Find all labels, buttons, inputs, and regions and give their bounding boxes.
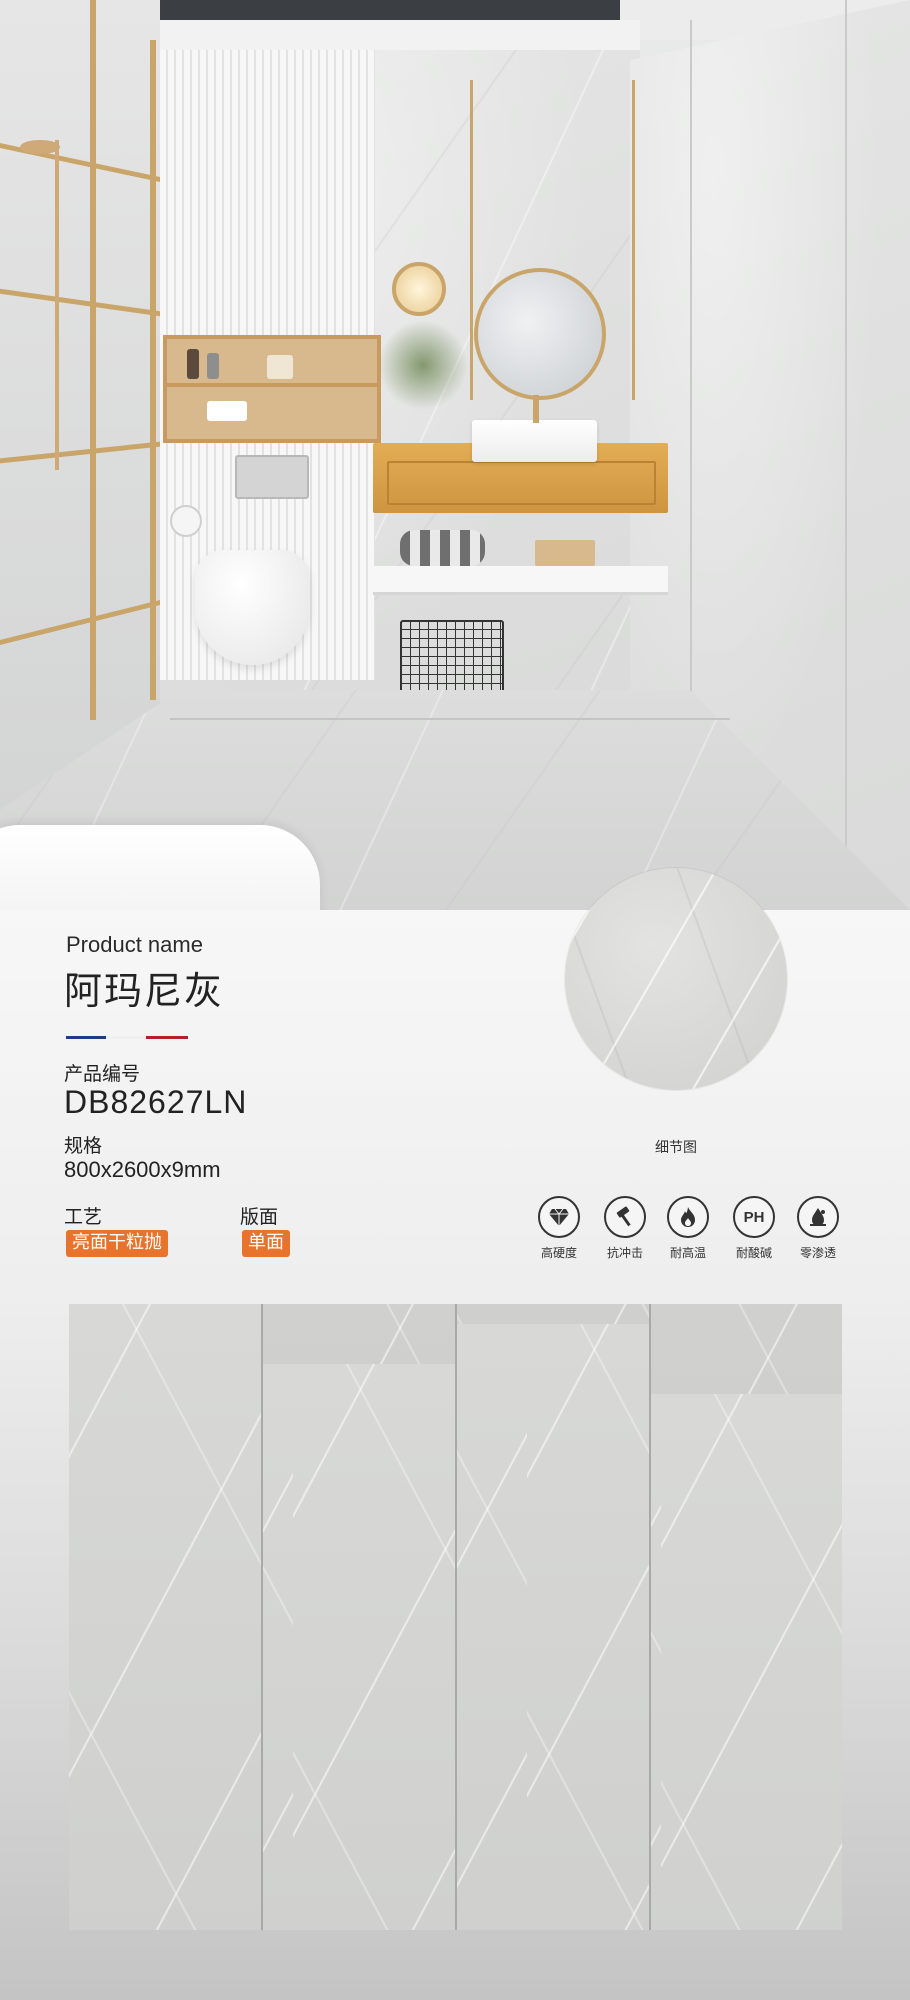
face-label: 版面 xyxy=(240,1206,279,1228)
round-mirror xyxy=(474,268,606,400)
bathtub xyxy=(0,825,320,910)
flush-plate xyxy=(235,455,309,499)
glass-partition xyxy=(0,0,160,820)
feature-label: 高硬度 xyxy=(540,1246,577,1260)
feature-label: 耐高温 xyxy=(669,1246,706,1260)
skylight xyxy=(150,0,620,20)
vessel-basin xyxy=(472,420,597,462)
ceiling-molding xyxy=(130,20,640,52)
slab-joint xyxy=(261,1304,263,1930)
hammer-icon xyxy=(604,1196,646,1238)
plant-icon xyxy=(378,320,468,410)
floating-shelf xyxy=(373,566,668,595)
product-name-label: Product name xyxy=(66,932,203,957)
feature-impact: 抗冲击 xyxy=(595,1196,655,1261)
water-drop-icon xyxy=(797,1196,839,1238)
slab-panel xyxy=(263,1304,455,1930)
slab-joint xyxy=(455,1304,457,1930)
feature-label: 零渗透 xyxy=(799,1246,836,1260)
diamond-icon xyxy=(538,1196,580,1238)
slab-panel xyxy=(457,1304,649,1930)
feature-label: 抗冲击 xyxy=(606,1246,643,1260)
mirror-rod xyxy=(470,80,473,400)
feature-hardness: 高硬度 xyxy=(529,1196,589,1261)
floor-seam xyxy=(170,718,730,720)
right-wall-seam xyxy=(845,0,847,900)
product-code: DB82627LN xyxy=(64,1084,248,1120)
face-value: 单面 xyxy=(242,1230,290,1257)
right-wall-seam xyxy=(690,20,692,800)
product-code-label: 产品编号 xyxy=(64,1063,141,1085)
slab-panel xyxy=(69,1304,261,1930)
shower-head-icon xyxy=(20,140,60,154)
spec-label: 规格 xyxy=(64,1135,103,1157)
detail-caption: 细节图 xyxy=(655,1140,697,1156)
slab-panel xyxy=(651,1304,842,1930)
ph-icon: PH xyxy=(733,1196,775,1238)
toilet-paper-holder xyxy=(170,505,202,537)
slab-preview xyxy=(69,1304,842,1930)
craft-label: 工艺 xyxy=(64,1206,103,1228)
wire-basket xyxy=(400,620,504,694)
craft-tag: 亮面干粒抛 xyxy=(66,1230,168,1257)
feature-label: 耐酸碱 xyxy=(735,1246,772,1260)
product-name: 阿玛尼灰 xyxy=(64,969,225,1013)
feature-waterproof: 零渗透 xyxy=(788,1196,848,1261)
spec-value: 800x2600x9mm xyxy=(64,1157,221,1182)
faucet-icon xyxy=(533,395,539,423)
flag-divider xyxy=(66,1036,188,1039)
rolled-towels xyxy=(400,530,485,566)
slab-joint xyxy=(649,1304,651,1930)
mirror-rod xyxy=(632,80,635,400)
shower-pipe xyxy=(55,140,59,470)
wall-hung-toilet xyxy=(195,550,310,665)
flame-icon xyxy=(667,1196,709,1238)
detail-swatch xyxy=(565,868,787,1090)
wall-niche xyxy=(163,335,381,443)
feature-acid: PH 耐酸碱 xyxy=(724,1196,784,1261)
face-tag: 单面 xyxy=(242,1230,290,1257)
wall-lamp-icon xyxy=(392,262,446,316)
feature-heat: 耐高温 xyxy=(658,1196,718,1261)
tray xyxy=(535,540,595,566)
craft-value: 亮面干粒抛 xyxy=(66,1230,168,1257)
ph-glyph: PH xyxy=(743,1208,765,1226)
hero-bathroom-image xyxy=(0,0,910,910)
